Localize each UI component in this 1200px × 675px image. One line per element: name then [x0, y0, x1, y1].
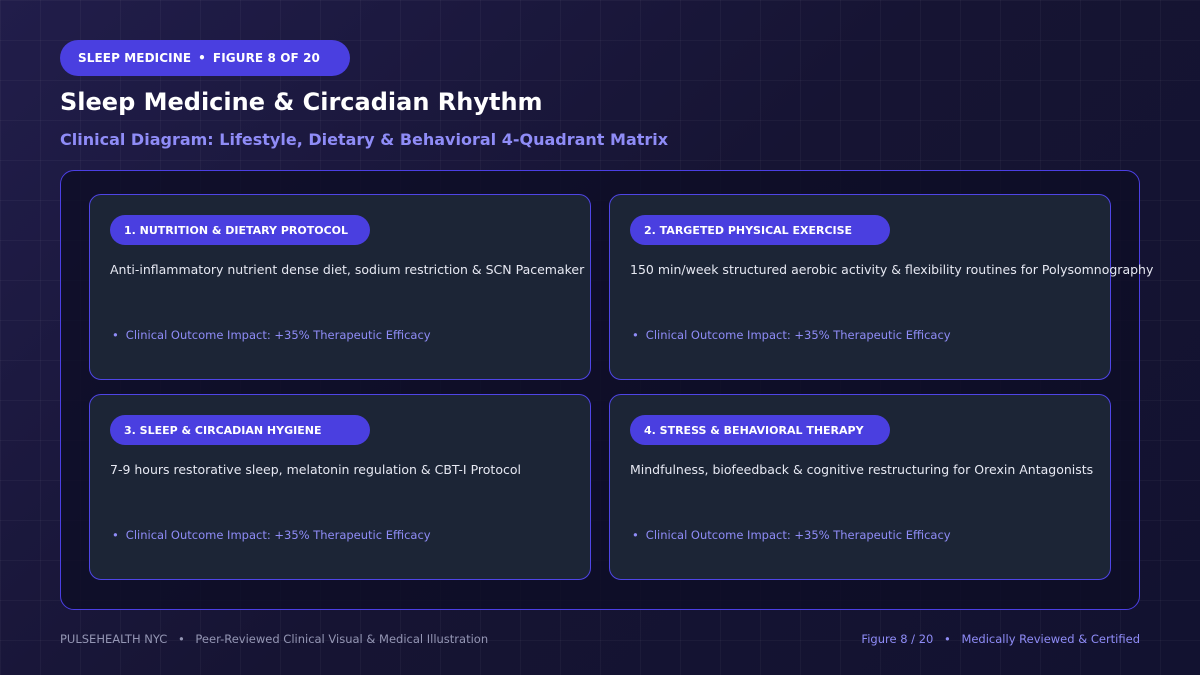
quadrant-description: Anti-inflammatory nutrient dense diet, s… [110, 262, 585, 277]
category-badge: SLEEP MEDICINE • FIGURE 8 OF 20 [60, 40, 350, 76]
quadrant-description: 7-9 hours restorative sleep, melatonin r… [110, 462, 521, 477]
quadrant-impact: • Clinical Outcome Impact: +35% Therapeut… [632, 328, 951, 342]
footer-credits: PULSEHEALTH NYC • Peer-Reviewed Clinical… [60, 632, 488, 646]
footer-description: Peer-Reviewed Clinical Visual & Medical … [195, 632, 489, 646]
quadrant-description: 150 min/week structured aerobic activity… [630, 262, 1154, 277]
figure-counter: Figure 8 / 20 [861, 632, 934, 646]
quadrant-impact: • Clinical Outcome Impact: +35% Therapeut… [112, 328, 431, 342]
quadrant-label: 4. STRESS & BEHAVIORAL THERAPY [630, 415, 890, 445]
quadrant-description: Mindfulness, biofeedback & cognitive res… [630, 462, 1094, 477]
quadrant-label: 1. NUTRITION & DIETARY PROTOCOL [110, 215, 370, 245]
bullet-icon: • [632, 528, 639, 542]
footer-status: Figure 8 / 20 • Medically Reviewed & Cer… [861, 632, 1140, 646]
bullet-icon: • [112, 528, 119, 542]
impact-text: Clinical Outcome Impact: +35% Therapeuti… [645, 328, 951, 342]
quadrant-card-exercise: 2. TARGETED PHYSICAL EXERCISE 150 min/we… [609, 194, 1153, 380]
bullet-icon: • [632, 328, 639, 342]
bullet-icon: • [112, 328, 119, 342]
footer-separator: • [943, 632, 951, 646]
page-title: Sleep Medicine & Circadian Rhythm [60, 88, 543, 116]
quadrant-impact: • Clinical Outcome Impact: +35% Therapeut… [632, 528, 951, 542]
quadrant-label: 3. SLEEP & CIRCADIAN HYGIENE [110, 415, 370, 445]
impact-text: Clinical Outcome Impact: +35% Therapeuti… [125, 528, 431, 542]
quadrant-card-stress: 4. STRESS & BEHAVIORAL THERAPY Mindfulne… [609, 394, 1111, 580]
badge-separator: • [198, 51, 206, 65]
review-status: Medically Reviewed & Certified [961, 632, 1140, 646]
figure-label: FIGURE 8 OF 20 [212, 51, 320, 65]
impact-text: Clinical Outcome Impact: +35% Therapeuti… [645, 528, 951, 542]
page-subtitle: Clinical Diagram: Lifestyle, Dietary & B… [60, 130, 669, 149]
quadrant-impact: • Clinical Outcome Impact: +35% Therapeut… [112, 528, 431, 542]
quadrant-card-nutrition: 1. NUTRITION & DIETARY PROTOCOL Anti-inf… [89, 194, 591, 380]
quadrant-card-sleep-hygiene: 3. SLEEP & CIRCADIAN HYGIENE 7-9 hours r… [89, 394, 591, 580]
quadrant-label: 2. TARGETED PHYSICAL EXERCISE [630, 215, 890, 245]
impact-text: Clinical Outcome Impact: +35% Therapeuti… [125, 328, 431, 342]
category-label: SLEEP MEDICINE [78, 51, 192, 65]
footer-brand: PULSEHEALTH NYC [60, 632, 168, 646]
footer-separator: • [177, 632, 185, 646]
